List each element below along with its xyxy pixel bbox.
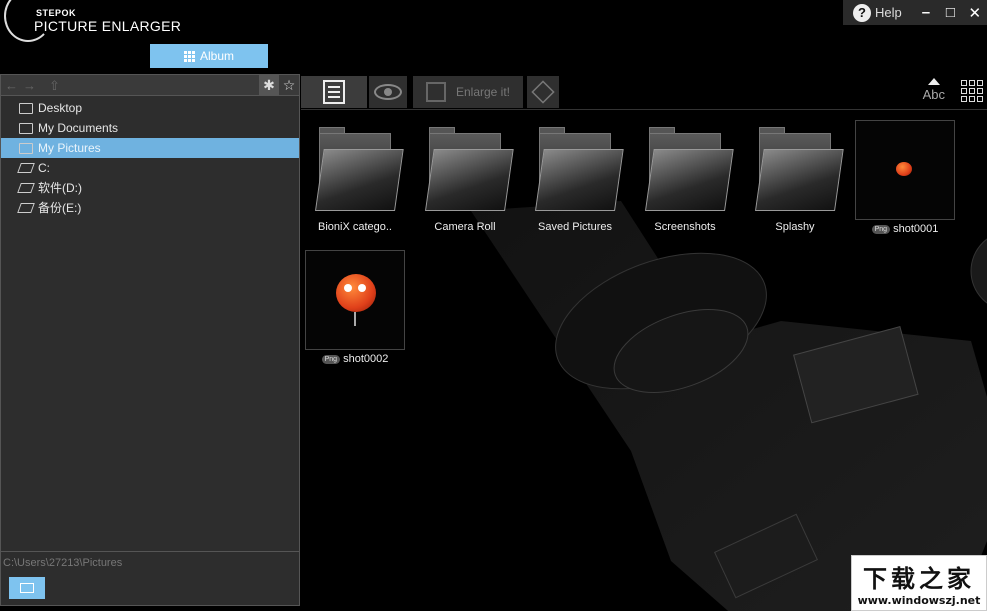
favorite-button[interactable]: ☆: [279, 75, 299, 95]
sort-up-icon: [927, 78, 940, 85]
list-item[interactable]: Png shot0001: [855, 120, 955, 235]
folder-tree: Desktop My Documents My Pictures C: 软件(D…: [1, 96, 299, 218]
folder-panel: ← → ⇧ ✱ ☆ Desktop My Documents My Pictur…: [0, 74, 300, 606]
back-button[interactable]: ←: [5, 78, 18, 93]
drive-icon: [17, 163, 35, 173]
tree-item-label: C:: [38, 161, 50, 175]
logo-brand: STEPOK: [36, 8, 77, 18]
watermark-cn: 下载之家: [863, 565, 975, 593]
image-thumbnail: [855, 120, 955, 220]
help-button[interactable]: ? Help: [853, 3, 902, 22]
watermark-url: www.windowszj.net: [857, 594, 981, 607]
fish-image: [894, 160, 916, 180]
album-tab[interactable]: Album: [150, 44, 268, 68]
eye-icon: [374, 84, 402, 100]
list-item[interactable]: BioniX catego..: [305, 123, 405, 233]
item-label: Splashy: [775, 221, 815, 233]
item-label: Screenshots: [654, 221, 716, 233]
png-badge: Png: [321, 354, 341, 364]
title-bar: STEPOK PICTURE ENLARGER ? Help – □ ✕: [0, 0, 987, 44]
album-tab-label: Album: [199, 49, 234, 63]
folder-icon: [535, 123, 624, 211]
item-label-text: shot0002: [343, 353, 389, 365]
png-badge: Png: [871, 224, 891, 234]
folder-icon: [315, 123, 404, 211]
preview-button[interactable]: [369, 76, 407, 108]
maximize-button[interactable]: □: [938, 4, 962, 21]
tree-item-label: 备份(E:): [38, 201, 82, 215]
tree-item-drive-d[interactable]: 软件(D:): [1, 178, 299, 198]
sort-label: Abc: [922, 87, 945, 102]
list-item[interactable]: Screenshots: [635, 123, 735, 233]
item-label: Camera Roll: [434, 221, 496, 233]
folder-icon: [19, 122, 33, 134]
close-button[interactable]: ✕: [963, 4, 987, 22]
grid-icon: [183, 50, 195, 62]
forward-button[interactable]: →: [23, 78, 36, 93]
document-icon: [323, 80, 345, 104]
item-label: BioniX catego..: [318, 221, 392, 233]
minimize-button[interactable]: –: [914, 4, 938, 21]
pictures-icon: [19, 142, 33, 154]
enlarge-label: Enlarge it!: [455, 85, 511, 99]
item-label-text: shot0001: [893, 223, 939, 235]
desktop-icon: [19, 102, 33, 114]
new-folder-button[interactable]: ✱: [259, 75, 279, 95]
tree-item-desktop[interactable]: Desktop: [1, 98, 299, 118]
folder-icon: [425, 123, 514, 211]
tree-item-my-pictures[interactable]: My Pictures: [1, 138, 299, 158]
app-title: PICTURE ENLARGER: [34, 18, 182, 34]
folder-icon: [755, 123, 844, 211]
help-label: Help: [875, 5, 902, 20]
camera-background-image: [471, 201, 987, 611]
drive-icon: [17, 203, 35, 213]
tree-item-drive-c[interactable]: C:: [1, 158, 299, 178]
tree-item-my-documents[interactable]: My Documents: [1, 118, 299, 138]
up-button[interactable]: ⇧: [49, 78, 60, 94]
help-icon: ?: [853, 3, 871, 22]
item-label: Png shot0002: [305, 353, 405, 365]
folder-icon: [20, 583, 34, 593]
enlarge-icon: [425, 82, 446, 102]
enlarge-button[interactable]: Enlarge it!: [413, 76, 523, 108]
tree-item-drive-e[interactable]: 备份(E:): [1, 198, 299, 218]
list-view-button[interactable]: [301, 76, 367, 108]
folder-icon: [645, 123, 734, 211]
drive-icon: [17, 183, 35, 193]
batch-button[interactable]: [527, 76, 559, 108]
tree-item-label: My Documents: [38, 121, 119, 135]
thumbnail-view-button[interactable]: [961, 80, 983, 102]
list-item[interactable]: Saved Pictures: [525, 123, 625, 233]
fish-image: [330, 270, 380, 330]
folder-toolbar: ← → ⇧ ✱ ☆: [1, 75, 299, 96]
tree-item-label: My Pictures: [38, 141, 101, 155]
app-logo: STEPOK PICTURE ENLARGER: [0, 0, 200, 44]
main-toolbar: Enlarge it! Abc: [301, 74, 987, 110]
tree-item-label: 软件(D:): [38, 181, 82, 195]
list-item[interactable]: Splashy: [745, 123, 845, 233]
path-display: C:\Users\27213\Pictures: [1, 551, 299, 573]
tree-item-label: Desktop: [38, 101, 83, 115]
window-controls: ? Help – □ ✕: [843, 0, 987, 25]
list-item[interactable]: Camera Roll: [415, 123, 515, 233]
stack-icon: [531, 80, 555, 104]
list-item[interactable]: Png shot0002: [305, 250, 405, 365]
item-label: Png shot0001: [855, 223, 955, 235]
open-folder-button[interactable]: [9, 577, 45, 599]
watermark-logo: 下载之家 www.windowszj.net: [851, 555, 987, 611]
file-grid: BioniX catego.. Camera Roll Saved Pictur…: [301, 111, 987, 611]
item-label: Saved Pictures: [538, 221, 612, 233]
image-thumbnail: [305, 250, 405, 350]
sort-button[interactable]: Abc: [923, 78, 945, 102]
